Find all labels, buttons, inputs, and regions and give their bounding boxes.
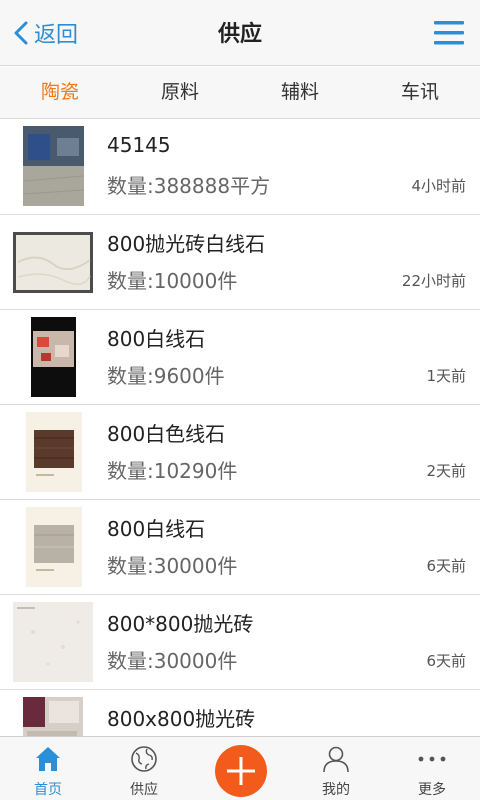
nav-supply-label: 供应 xyxy=(130,782,158,798)
product-name: 800*800抛光砖 xyxy=(107,612,254,636)
page-title: 供应 xyxy=(217,22,262,47)
product-thumbnail xyxy=(26,507,82,587)
product-name: 800白线石 xyxy=(107,327,206,351)
product-thumbnail xyxy=(26,412,82,492)
nav-mine-label: 我的 xyxy=(322,782,350,798)
home-icon xyxy=(36,747,60,771)
globe-icon xyxy=(131,746,157,772)
product-name: 45145 xyxy=(107,133,171,157)
list-item[interactable]: 800x800抛光砖 xyxy=(0,690,480,736)
supply-list: 45145 数量:388888平方 4小时前 800抛光砖白线石 数量:1000… xyxy=(0,120,480,736)
product-quantity: 数量:9600件 xyxy=(107,364,225,388)
product-name: 800白色线石 xyxy=(107,422,226,446)
more-icon xyxy=(418,756,446,762)
post-time: 6天前 xyxy=(426,557,466,575)
nav-supply[interactable]: 供应 xyxy=(96,737,192,800)
product-name: 800抛光砖白线石 xyxy=(107,232,266,256)
product-thumbnail xyxy=(13,602,93,682)
category-tabs: 陶瓷 原料 辅料 车讯 xyxy=(0,67,480,119)
list-item[interactable]: 800白线石 数量:30000件 6天前 xyxy=(0,500,480,595)
list-item[interactable]: 800白线石 数量:9600件 1天前 xyxy=(0,310,480,405)
product-quantity: 数量:30000件 xyxy=(107,554,238,578)
nav-more-label: 更多 xyxy=(418,782,446,798)
list-item[interactable]: 800抛光砖白线石 数量:10000件 22小时前 xyxy=(0,215,480,310)
list-item[interactable]: 800*800抛光砖 数量:30000件 6天前 xyxy=(0,595,480,690)
product-quantity: 数量:10290件 xyxy=(107,459,238,483)
tab-ceramics[interactable]: 陶瓷 xyxy=(0,67,120,118)
tab-raw-materials[interactable]: 原料 xyxy=(120,67,240,118)
bottom-nav: 首页 供应 我的 更多 xyxy=(0,736,480,800)
list-item[interactable]: 45145 数量:388888平方 4小时前 xyxy=(0,120,480,215)
post-time: 22小时前 xyxy=(401,272,466,290)
product-name: 800白线石 xyxy=(107,517,206,541)
post-time: 6天前 xyxy=(426,652,466,670)
product-quantity: 数量:388888平方 xyxy=(107,174,271,198)
tab-auxiliary[interactable]: 辅料 xyxy=(240,67,360,118)
product-thumbnail xyxy=(23,126,84,206)
post-time: 4小时前 xyxy=(411,177,466,195)
nav-mine[interactable]: 我的 xyxy=(288,737,384,800)
post-time: 2天前 xyxy=(426,462,466,480)
tab-vehicles[interactable]: 车讯 xyxy=(360,67,480,118)
post-time: 1天前 xyxy=(426,367,466,385)
menu-icon[interactable] xyxy=(434,20,464,46)
plus-icon xyxy=(227,757,255,785)
nav-home[interactable]: 首页 xyxy=(0,737,96,800)
add-post-button[interactable] xyxy=(215,745,267,797)
nav-more[interactable]: 更多 xyxy=(384,737,480,800)
product-quantity: 数量:30000件 xyxy=(107,649,238,673)
user-icon xyxy=(323,746,349,773)
product-thumbnail xyxy=(31,317,76,397)
product-quantity: 数量:10000件 xyxy=(107,269,238,293)
list-item[interactable]: 800白色线石 数量:10290件 2天前 xyxy=(0,405,480,500)
product-thumbnail xyxy=(23,697,83,736)
nav-home-label: 首页 xyxy=(34,782,62,798)
product-name: 800x800抛光砖 xyxy=(107,707,256,731)
header-bar: 返回 供应 xyxy=(0,0,480,66)
product-thumbnail xyxy=(13,232,93,293)
